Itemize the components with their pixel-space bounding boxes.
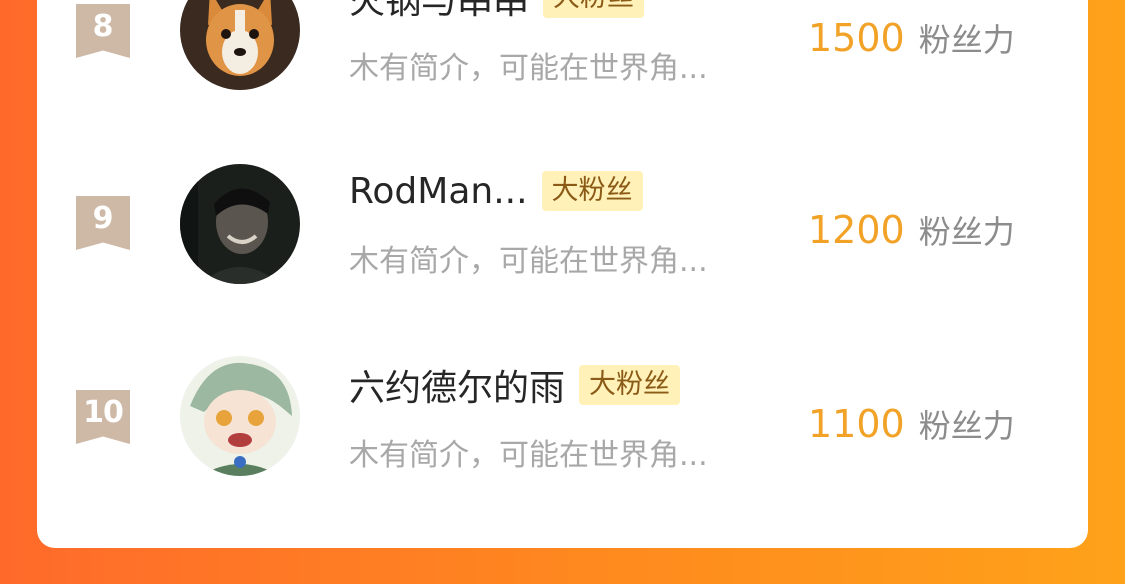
fan-level-badge: 大粉丝 <box>543 0 645 18</box>
score-unit: 粉丝力 <box>918 407 1015 445</box>
fan-score: 1200 粉丝力 <box>808 207 1015 253</box>
score-value: 1500 <box>808 16 905 60</box>
fan-level-badge: 大粉丝 <box>541 171 643 211</box>
user-name[interactable]: RodMan... <box>349 171 528 212</box>
list-item[interactable]: 8 火锅与串串 大粉丝 木有简介，可能在世界角... 1500 粉丝力 <box>37 0 1088 100</box>
user-description: 木有简介，可能在世界角... <box>349 244 708 279</box>
fan-ranking-card: 8 火锅与串串 大粉丝 木有简介，可能在世界角... 1500 粉丝力 <box>37 0 1088 548</box>
score-value: 1100 <box>808 402 905 446</box>
list-item[interactable]: 10 六约德尔的雨 大粉丝 木有简介，可能在世界角... 1100 粉丝力 <box>37 346 1088 486</box>
rank-badge: 10 <box>76 390 130 444</box>
avatar[interactable] <box>180 164 300 284</box>
fan-score: 1500 粉丝力 <box>808 15 1015 61</box>
fan-score: 1100 粉丝力 <box>808 401 1015 447</box>
score-unit: 粉丝力 <box>918 213 1015 251</box>
name-line: 六约德尔的雨 大粉丝 <box>349 359 681 411</box>
anime-character-avatar <box>180 356 300 476</box>
user-description: 木有简介，可能在世界角... <box>349 438 708 473</box>
score-unit: 粉丝力 <box>918 21 1015 59</box>
rank-badge: 9 <box>76 196 130 250</box>
rank-badge: 8 <box>76 4 130 58</box>
name-line: 火锅与串串 大粉丝 <box>349 0 645 24</box>
avatar[interactable] <box>180 0 300 90</box>
name-line: RodMan... 大粉丝 <box>349 167 643 215</box>
user-name[interactable]: 六约德尔的雨 <box>349 359 565 411</box>
dark-portrait-avatar <box>180 164 300 284</box>
fan-level-badge: 大粉丝 <box>579 365 681 405</box>
score-value: 1200 <box>808 208 905 252</box>
corgi-dog-avatar <box>180 0 300 90</box>
list-item[interactable]: 9 RodMan... 大粉丝 木有简介，可能在世界角... 1200 粉丝力 <box>37 152 1088 292</box>
user-name[interactable]: 火锅与串串 <box>349 0 529 24</box>
user-description: 木有简介，可能在世界角... <box>349 51 708 86</box>
avatar[interactable] <box>180 356 300 476</box>
